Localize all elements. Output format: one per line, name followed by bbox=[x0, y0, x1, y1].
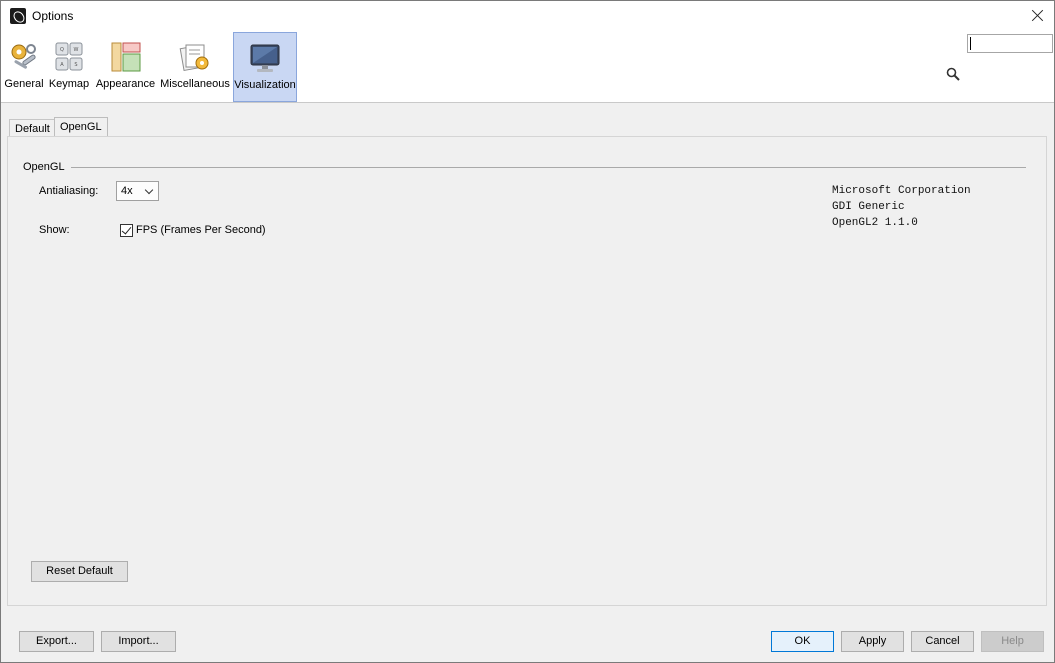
category-toolbar: General Q W A S Keymap Appearance Miscel… bbox=[1, 32, 1054, 103]
tab-default[interactable]: Default bbox=[9, 119, 56, 137]
fps-checkbox[interactable] bbox=[120, 224, 133, 237]
apply-button[interactable]: Apply bbox=[841, 631, 904, 652]
category-label: Miscellaneous bbox=[160, 78, 230, 90]
gl-vendor: Microsoft Corporation bbox=[832, 185, 971, 197]
category-miscellaneous[interactable]: Miscellaneous bbox=[160, 32, 230, 102]
reset-default-button[interactable]: Reset Default bbox=[31, 561, 128, 582]
documents-gear-icon bbox=[179, 44, 209, 71]
gl-version: OpenGL2 1.1.0 bbox=[832, 217, 918, 229]
search-input[interactable] bbox=[967, 34, 1053, 53]
category-label: Visualization bbox=[234, 79, 296, 91]
svg-text:W: W bbox=[74, 47, 79, 53]
palette-panels-icon bbox=[111, 42, 141, 72]
antialiasing-select[interactable]: 4x bbox=[116, 181, 159, 201]
opengl-group-title: OpenGL bbox=[23, 161, 69, 173]
category-visualization[interactable]: Visualization bbox=[233, 32, 297, 102]
category-keymap[interactable]: Q W A S Keymap bbox=[48, 32, 90, 102]
window-title: Options bbox=[32, 9, 74, 23]
tab-opengl[interactable]: OpenGL bbox=[54, 117, 108, 137]
cancel-button[interactable]: Cancel bbox=[911, 631, 974, 652]
search-icon bbox=[946, 67, 960, 81]
svg-text:Q: Q bbox=[60, 47, 64, 53]
title-bar: Options bbox=[1, 1, 1054, 32]
chevron-down-icon bbox=[144, 185, 154, 195]
show-label: Show: bbox=[39, 224, 70, 236]
group-divider bbox=[71, 167, 1026, 168]
wrench-gear-icon bbox=[11, 44, 36, 69]
app-logo-icon bbox=[10, 8, 26, 24]
export-button[interactable]: Export... bbox=[19, 631, 94, 652]
fps-label[interactable]: FPS (Frames Per Second) bbox=[136, 224, 266, 236]
options-content: Default OpenGL OpenGL Antialiasing: 4x S… bbox=[1, 103, 1054, 662]
category-label: Appearance bbox=[95, 78, 156, 90]
antialiasing-label: Antialiasing: bbox=[39, 185, 99, 197]
import-button[interactable]: Import... bbox=[101, 631, 176, 652]
gl-renderer: GDI Generic bbox=[832, 201, 905, 213]
svg-text:A: A bbox=[60, 62, 64, 68]
close-icon[interactable] bbox=[1026, 5, 1050, 27]
category-general[interactable]: General bbox=[3, 32, 45, 102]
svg-text:S: S bbox=[74, 62, 77, 68]
category-label: Keymap bbox=[48, 78, 90, 90]
category-label: General bbox=[4, 78, 44, 90]
keyboard-keys-icon: Q W A S bbox=[55, 42, 83, 71]
antialiasing-value: 4x bbox=[121, 185, 133, 197]
category-appearance[interactable]: Appearance bbox=[94, 32, 157, 102]
ok-button[interactable]: OK bbox=[771, 631, 834, 652]
options-window: Options General Q W A S Keymap Appearanc… bbox=[0, 0, 1055, 663]
help-button: Help bbox=[981, 631, 1044, 652]
monitor-icon bbox=[250, 44, 280, 72]
text-caret bbox=[970, 37, 971, 50]
